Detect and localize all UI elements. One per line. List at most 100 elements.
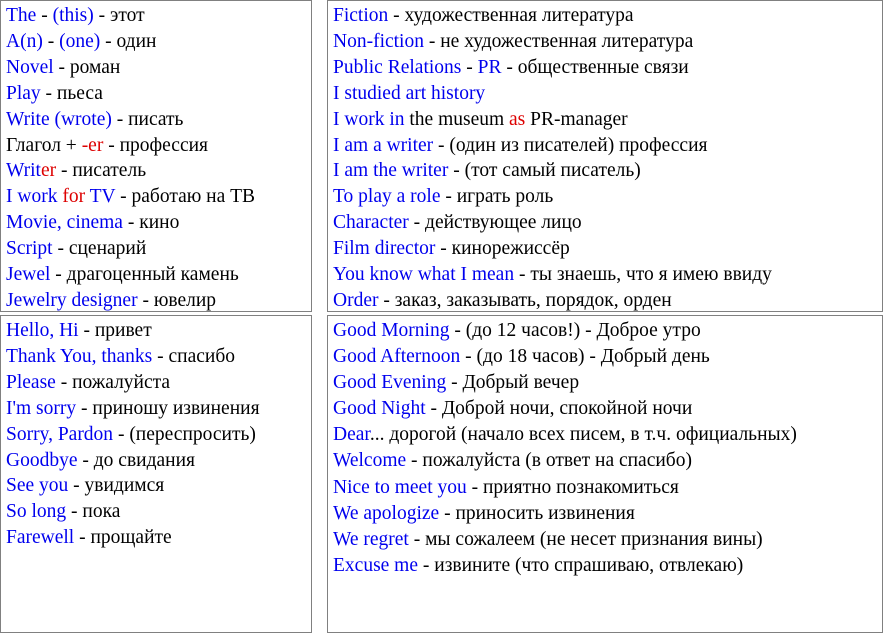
vocab-line-good-morning: Good Morning - (до 12 часов!) - Доброе у…	[333, 318, 882, 344]
vocab-segment: er	[40, 160, 57, 182]
vocab-segment: -	[74, 527, 91, 549]
vocab-segment: Jewel	[6, 264, 51, 286]
vocab-line-non-fiction: Non-fiction - не художественная литерату…	[333, 29, 882, 55]
vocab-line-order: Order - заказ, заказывать, порядок, орде…	[333, 288, 882, 311]
vocab-segment: -	[408, 528, 426, 550]
vocab-line-welcome: Welcome - пожалуйста (в ответ на спасибо…	[333, 448, 882, 474]
vocab-segment: -	[115, 186, 132, 208]
vocab-line-good-afternoon: Good Afternoon - (до 18 часов) - Добрый …	[333, 344, 882, 370]
vocab-segment: -	[440, 186, 457, 208]
vocab-segment: TV	[85, 186, 116, 208]
vocab-segment: спасибо	[168, 345, 236, 367]
vocab-segment: -	[408, 212, 426, 234]
vocab-segment: -	[466, 476, 483, 498]
vocab-line-fiction: Fiction - художественная литература	[333, 3, 882, 29]
vocab-line-verb-plus-er: Глагол + -er - профессия	[6, 133, 311, 159]
vocab-segment: -	[388, 5, 405, 26]
vocab-segment: приносить извинения	[455, 502, 635, 524]
vocab-segment: пьеса	[56, 82, 103, 104]
vocab-segment: I am a writer	[333, 134, 434, 156]
vocab-segment: профессия	[119, 134, 209, 156]
vocab-segment: -	[152, 345, 169, 367]
vocab-segment: (one)	[59, 30, 101, 52]
vocab-segment: (переспросить)	[129, 423, 256, 445]
vocab-line-excuse-me: Excuse me - извините (что спрашиваю, отв…	[333, 553, 882, 579]
vocab-line-nice-to-meet-you: Nice to meet you - приятно познакомиться	[333, 475, 882, 501]
vocab-segment: -er	[81, 134, 104, 156]
vocab-segment: (один из писателей) профессия	[449, 134, 708, 156]
vocab-segment: пока	[82, 501, 121, 523]
vocab-segment: этот	[110, 5, 145, 26]
vocab-segment: Good Night	[333, 398, 426, 420]
vocab-line-you-know-what-i-mean: You know what I mean - ты знаешь, что я …	[333, 262, 882, 288]
vocab-segment: извините (что спрашиваю, отвлекаю)	[434, 554, 744, 576]
vocab-segment: -	[93, 5, 110, 26]
vocab-line-we-apologize: We apologize - приносить извинения	[333, 501, 882, 527]
vocab-segment: ты знаешь, что я имею ввиду	[530, 264, 772, 286]
vocab-segment: пожалуйста (в ответ на спасибо)	[422, 450, 692, 472]
vocab-segment: -	[446, 372, 463, 394]
vocab-segment: Character	[333, 212, 409, 234]
vocab-segment: the museum	[404, 108, 510, 130]
vocab-segment: A(n)	[6, 30, 43, 52]
vocab-segment: -	[439, 502, 456, 524]
vocab-segment: ювелир	[153, 289, 217, 311]
vocab-line-novel: Novel - роман	[6, 55, 311, 81]
vocab-segment: сценарий	[68, 238, 147, 260]
vocab-segment: Non-fiction	[333, 30, 424, 52]
vocab-segment: I work	[6, 186, 63, 208]
vocab-line-farewell: Farewell - прощайте	[6, 525, 311, 551]
vocab-segment: писатель	[72, 160, 147, 182]
vocab-line-film-director: Film director - кинорежиссёр	[333, 236, 882, 262]
vocab-segment: Глагол +	[6, 134, 82, 156]
vocab-segment: (wrote)	[54, 108, 112, 130]
vocab-segment: писать	[128, 108, 184, 130]
vocab-segment: общественные связи	[517, 56, 689, 78]
vocab-segment: We apologize	[333, 502, 440, 524]
vocab-segment: до свидания	[93, 449, 196, 471]
vocab-line-i-am-the-writer: I am the writer - (тот самый писатель)	[333, 158, 882, 184]
vocab-segment: -	[78, 320, 95, 341]
vocab-segment: привет	[94, 320, 152, 341]
vocab-line-movie-cinema: Movie, cinema - кино	[6, 210, 311, 236]
vocab-segment: Film director	[333, 238, 436, 260]
vocab-segment: -	[40, 82, 57, 104]
vocab-segment: -	[111, 108, 129, 130]
vocab-segment: работаю на ТВ	[131, 186, 256, 208]
vocab-segment: Novel	[6, 56, 54, 78]
vocab-line-hello-hi: Hello, Hi - привет	[6, 318, 311, 344]
vocab-segment: -	[448, 160, 465, 182]
vocab-segment: кинорежиссёр	[451, 238, 570, 260]
vocab-segment: (до 18 часов) - Добрый день	[476, 346, 710, 368]
vocab-line-write: Write (wrote) - писать	[6, 107, 311, 133]
vocab-line-im-sorry: I'm sorry - приношу извинения	[6, 396, 311, 422]
vocab-segment: Good Afternoon	[333, 346, 461, 368]
vocab-segment: -	[449, 320, 466, 341]
vocab-line-dear: Dear... дорогой (начало всех писем, в т.…	[333, 422, 882, 448]
vocab-segment: Good Evening	[333, 372, 447, 394]
vocab-segment: Writ	[6, 160, 41, 182]
panel-greetings-and-farewells-vocabulary: Hello, Hi - привет Thank You, thanks - сп…	[0, 315, 312, 633]
vocab-segment: We regret	[333, 528, 409, 550]
vocab-segment: Nice to meet you	[333, 476, 467, 498]
vocab-segment: To play a role	[333, 186, 441, 208]
vocab-line-good-evening: Good Evening - Добрый вечер	[333, 370, 882, 396]
vocab-segment: Thank You, thanks	[6, 345, 153, 367]
vocab-segment: I work in	[333, 108, 405, 130]
vocab-segment: приятно познакомиться	[483, 476, 679, 498]
vocab-segment: -	[501, 56, 518, 78]
panel-media-and-arts-vocabulary: Fiction - художественная литература Non-f…	[327, 0, 883, 312]
vocab-line-the: The - (this) - этот	[6, 3, 311, 29]
vocab-segment: -	[77, 449, 94, 471]
vocab-segment: -	[425, 398, 442, 420]
vocab-segment: Play	[6, 82, 41, 104]
vocab-segment: один	[116, 30, 157, 52]
vocab-segment: (до 12 часов!) - Доброе утро	[465, 320, 701, 341]
vocab-segment: мы сожалеем (не несет признания вины)	[425, 528, 763, 550]
vocab-segment: Public Relations	[333, 56, 462, 78]
vocab-segment: Hello, Hi	[6, 320, 79, 341]
vocab-segment: Goodbye	[6, 449, 78, 471]
vocab-segment: -	[113, 423, 130, 445]
vocab-segment: -	[53, 56, 70, 78]
vocab-segment: -	[460, 346, 477, 368]
